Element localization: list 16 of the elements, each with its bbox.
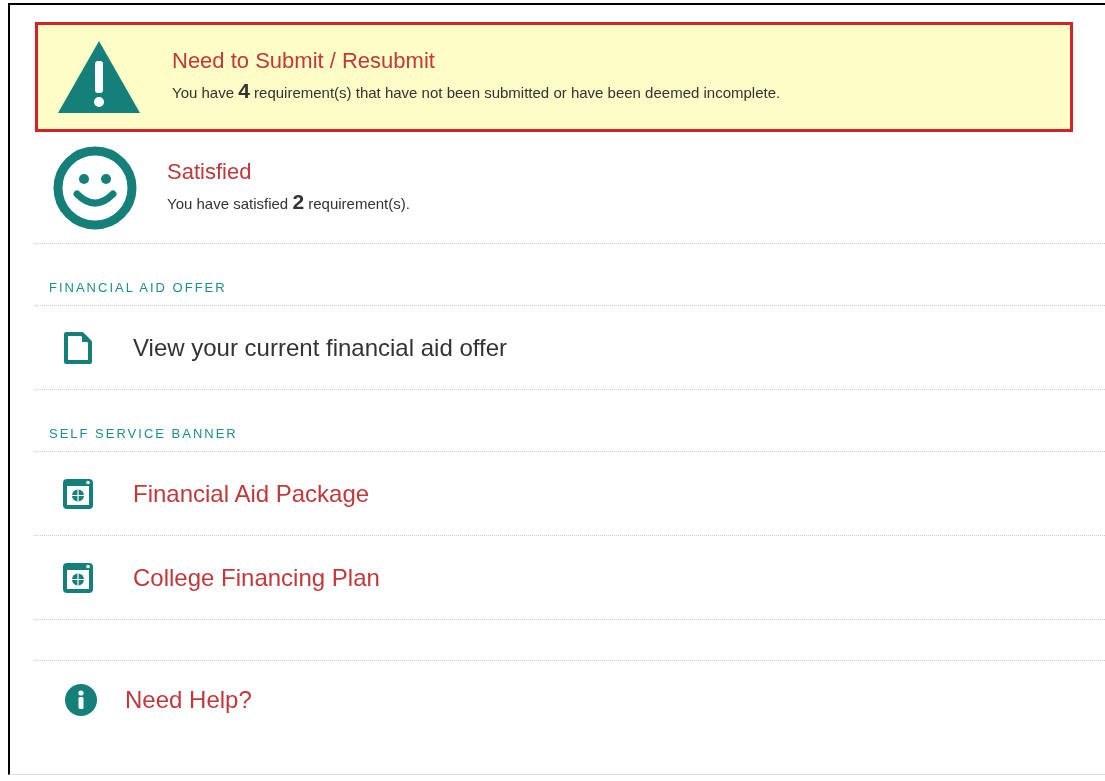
document-icon [63,330,93,365]
smiley-icon [53,145,137,230]
status-title: Need to Submit / Resubmit [172,47,436,76]
banner-link[interactable]: College Financing Plan [133,559,380,596]
info-icon [65,683,97,716]
status-message: You have satisfied 2 requirement(s). [167,188,410,215]
banner-link[interactable]: Financial Aid Package [133,475,370,512]
browser-window-icon [63,478,93,509]
browser-window-icon [63,562,93,593]
status-message: You have 4 requirement(s) that have not been submitted or have been deemed incomplete. [172,78,781,105]
help-link[interactable]: Need Help? [125,681,252,718]
offer-link[interactable]: View your current financial aid offer [133,329,507,366]
warning-icon [56,39,142,115]
status-title: Satisfied [167,157,253,186]
section-heading: SELF SERVICE BANNER [49,424,238,443]
section-heading: FINANCIAL AID OFFER [49,278,227,297]
